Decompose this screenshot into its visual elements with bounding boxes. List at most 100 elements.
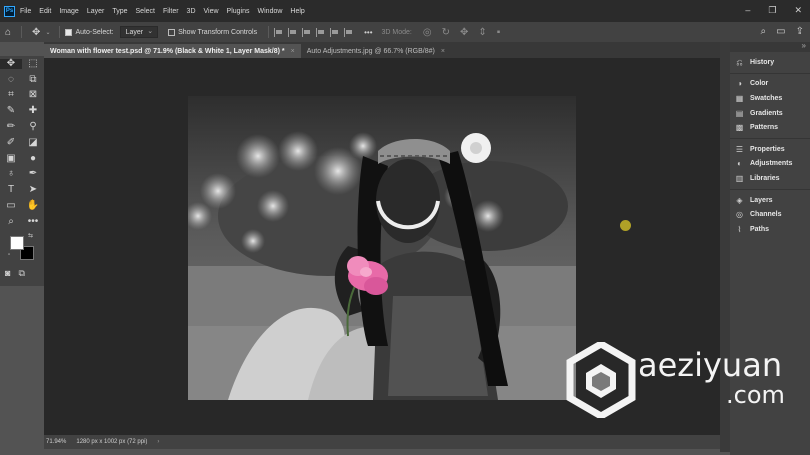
auto-select-checkbox[interactable]	[65, 28, 73, 36]
type-tool-icon[interactable]: T	[0, 185, 22, 195]
menu-view[interactable]: View	[204, 8, 219, 15]
restore-icon[interactable]: ❐	[768, 6, 776, 15]
share-icon[interactable]: ⇪	[796, 26, 804, 37]
workspace-icon[interactable]: ▭	[776, 26, 785, 37]
panel-properties[interactable]: ☰ Properties	[730, 142, 810, 157]
path-selection-tool-icon[interactable]: ➤	[22, 185, 44, 195]
align-right-icon[interactable]	[302, 27, 311, 37]
panel-label: History	[750, 58, 775, 66]
move-tool-preset-icon[interactable]: ✥	[32, 27, 40, 38]
panel-patterns[interactable]: ▩ Patterns	[730, 120, 810, 135]
screen-mode-icon[interactable]: ⧉	[18, 268, 24, 279]
cursor-highlight	[620, 220, 631, 231]
status-bar: 71.94% 1280 px x 1002 px (72 ppi) ›	[44, 435, 720, 449]
menu-type[interactable]: Type	[112, 8, 127, 15]
menu-help[interactable]: Help	[290, 8, 304, 15]
close-icon[interactable]: ×	[291, 48, 295, 55]
object-select-tool-icon[interactable]: ⧉	[22, 74, 44, 85]
close-icon[interactable]: ×	[441, 48, 445, 55]
artboard-tool-icon[interactable]: ⬚	[22, 58, 44, 69]
3d-orbit-icon[interactable]: ◎	[423, 27, 432, 38]
photo-woman-with-flower	[188, 96, 576, 400]
tab-auto-adjustments[interactable]: Auto Adjustments.jpg @ 66.7% (RGB/8#) ×	[301, 44, 451, 58]
align-bottom-icon[interactable]	[344, 27, 353, 37]
document-image[interactable]	[188, 96, 576, 400]
panel-layers[interactable]: ◈ Layers	[730, 193, 810, 208]
menu-file[interactable]: File	[20, 8, 31, 15]
menu-filter[interactable]: Filter	[163, 8, 179, 15]
show-transform-checkbox[interactable]	[168, 28, 176, 36]
tab-woman-with-flower[interactable]: Woman with flower test.psd @ 71.9% (Blac…	[44, 44, 301, 58]
panel-history[interactable]: ⎌ History	[730, 55, 810, 70]
frame-tool-icon[interactable]: ⊠	[22, 90, 44, 100]
align-left-icon[interactable]	[274, 27, 283, 37]
menu-3d[interactable]: 3D	[187, 8, 196, 15]
dodge-tool-icon[interactable]: ♁	[0, 169, 22, 179]
panel-label: Gradients	[750, 109, 783, 117]
3d-roll-icon[interactable]: ↻	[442, 27, 450, 38]
panel-paths[interactable]: ⌇ Paths	[730, 222, 810, 237]
panel-swatches[interactable]: ▦ Swatches	[730, 91, 810, 106]
document-tabs: Woman with flower test.psd @ 71.9% (Blac…	[44, 42, 720, 58]
zoom-level[interactable]: 71.94%	[46, 439, 66, 445]
zoom-tool-icon[interactable]: ⌕	[0, 216, 22, 227]
color-swatches[interactable]: ⇆ ▫	[8, 232, 36, 262]
blur-tool-icon[interactable]: ●	[22, 153, 44, 164]
minimize-icon[interactable]: –	[745, 6, 750, 15]
auto-select-target-dropdown[interactable]: Layer	[119, 26, 159, 38]
menu-edit[interactable]: Edit	[39, 8, 51, 15]
brush-tool-icon[interactable]: ✏	[0, 122, 22, 132]
home-icon[interactable]: ⌂	[5, 27, 11, 38]
pen-tool-icon[interactable]: ✒	[22, 169, 44, 179]
panel-group-history: ⎌ History	[730, 52, 810, 74]
close-icon[interactable]: ✕	[794, 6, 802, 15]
menu-select[interactable]: Select	[136, 8, 155, 15]
menu-window[interactable]: Window	[258, 8, 283, 15]
swap-colors-icon[interactable]: ⇆	[28, 232, 33, 239]
edit-toolbar-icon[interactable]: •••	[22, 216, 44, 227]
panel-label: Adjustments	[750, 160, 793, 168]
hand-tool-icon[interactable]: ✋	[22, 201, 44, 211]
crop-tool-icon[interactable]: ⌗	[0, 90, 22, 100]
move-tool-icon[interactable]: ✥	[0, 58, 22, 69]
watermark-logo-icon	[566, 342, 636, 418]
more-options-icon[interactable]: •••	[364, 28, 372, 37]
gradient-tool-icon[interactable]: ▣	[0, 153, 22, 164]
default-colors-icon[interactable]: ▫	[8, 252, 10, 258]
menu-bar: Ps File Edit Image Layer Type Select Fil…	[0, 0, 810, 22]
menu-image[interactable]: Image	[59, 8, 78, 15]
quick-mask-icon[interactable]: ◙	[5, 268, 10, 279]
dock-collapse-bar[interactable]	[730, 41, 810, 52]
3d-mode-label: 3D Mode:	[381, 28, 412, 36]
menu-plugins[interactable]: Plugins	[227, 8, 250, 15]
align-middle-icon[interactable]	[330, 27, 339, 37]
healing-brush-tool-icon[interactable]: ✚	[22, 106, 44, 116]
panel-gradients[interactable]: ▤ Gradients	[730, 106, 810, 121]
library-icon: ▥	[735, 173, 744, 183]
3d-scale-icon[interactable]: ▪	[497, 27, 501, 38]
foreground-color-swatch[interactable]	[10, 236, 24, 250]
panel-label: Swatches	[750, 94, 783, 102]
align-top-icon[interactable]	[316, 27, 325, 37]
align-center-icon[interactable]	[288, 27, 297, 37]
panel-channels[interactable]: ◎ Channels	[730, 207, 810, 222]
search-icon[interactable]: ⌕	[761, 26, 767, 37]
eyedropper-tool-icon[interactable]: ✎	[0, 106, 22, 116]
status-menu-arrow-icon[interactable]: ›	[157, 439, 159, 445]
eraser-tool-icon[interactable]: ◪	[22, 137, 44, 148]
panel-libraries[interactable]: ▥ Libraries	[730, 171, 810, 186]
lasso-tool-icon[interactable]: ◌	[0, 74, 22, 85]
chevron-down-icon[interactable]: ⌄	[45, 29, 50, 36]
panel-adjustments[interactable]: ◐ Adjustments	[730, 157, 810, 172]
document-size: 1280 px x 1002 px (72 ppi)	[76, 439, 148, 445]
3d-pan-icon[interactable]: ✥	[460, 27, 468, 38]
channels-icon: ◎	[736, 210, 743, 220]
clone-stamp-tool-icon[interactable]: ⚲	[22, 122, 44, 132]
history-brush-tool-icon[interactable]: ✐	[0, 137, 22, 148]
3d-slide-icon[interactable]: ⇕	[478, 27, 486, 38]
rectangle-tool-icon[interactable]: ▭	[0, 201, 22, 211]
menu-layer[interactable]: Layer	[87, 8, 105, 15]
panel-color[interactable]: ◑ Color	[730, 77, 810, 92]
options-right-group: ⌕ ▭ ⇪	[761, 26, 804, 37]
panel-label: Properties	[750, 145, 785, 153]
